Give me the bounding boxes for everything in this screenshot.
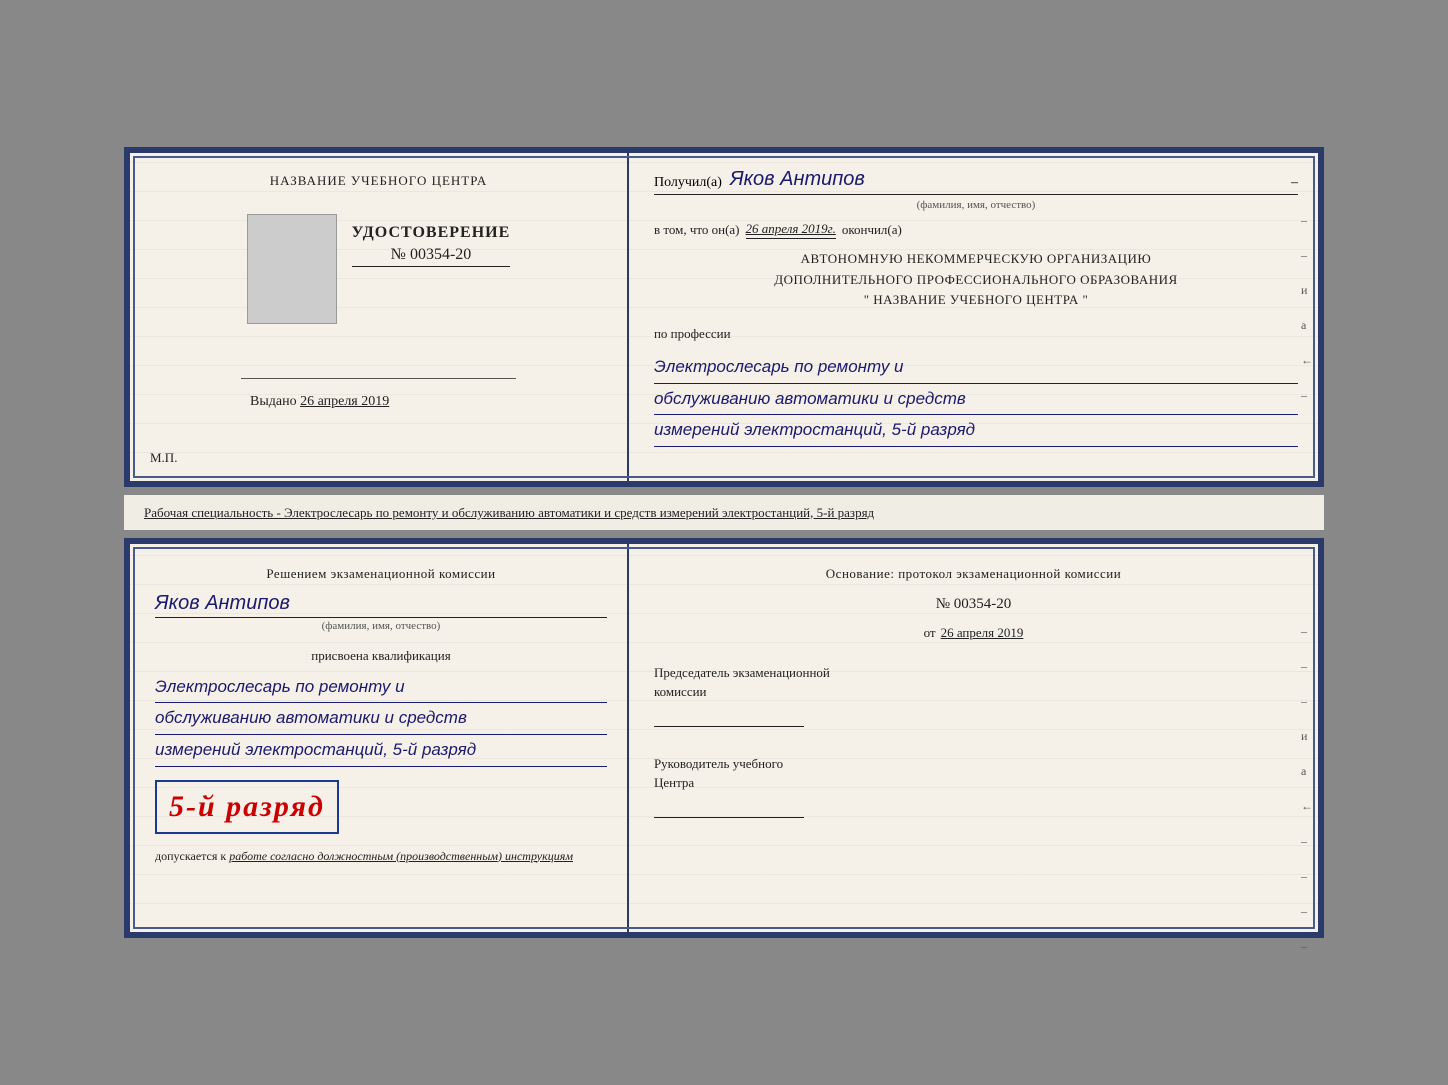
osnovanie-label: Основание: протокол экзаменационной коми… xyxy=(654,564,1293,584)
org-line2: ДОПОЛНИТЕЛЬНОГО ПРОФЕССИОНАЛЬНОГО ОБРАЗО… xyxy=(654,270,1298,291)
org-center-name: " НАЗВАНИЕ УЧЕБНОГО ЦЕНТРА " xyxy=(654,290,1298,311)
profession-line3-top: измерений электростанций, 5-й разряд xyxy=(654,415,1298,447)
mp-block: М.П. xyxy=(150,450,177,466)
fio-subtitle-top: (фамилия, имя, отчество) xyxy=(654,199,1298,211)
predsedatel-signature xyxy=(654,707,804,727)
vydano-label: Выдано xyxy=(250,394,297,409)
bottom-certificate: Решением экзаменационной комиссии Яков А… xyxy=(124,538,1324,938)
qual-line3: измерений электростанций, 5-й разряд xyxy=(155,735,607,767)
received-section: Получил(а) Яков Антипов – (фамилия, имя,… xyxy=(654,168,1298,211)
bottom-cert-left-panel: Решением экзаменационной комиссии Яков А… xyxy=(130,544,629,932)
org-name-top: НАЗВАНИЕ УЧЕБНОГО ЦЕНТРА xyxy=(270,173,487,189)
qual-line1: Электрослесарь по ремонту и xyxy=(155,672,607,704)
poluchil-label: Получил(а) xyxy=(654,175,722,191)
po-professii-label: по профессии xyxy=(654,326,1298,342)
side-marks-bottom: – – – и а ← – – – – xyxy=(1301,624,1313,954)
razryad-box: 5-й разряд xyxy=(155,780,339,834)
ot-date-section: от 26 апреля 2019 xyxy=(654,625,1293,641)
vtom-line: в том, что он(а) 26 апреля 2019г. окончи… xyxy=(654,221,1298,239)
dopuskaetsya-label: допускается к xyxy=(155,849,226,863)
rukovoditel-section: Руководитель учебного Центра xyxy=(654,754,1293,818)
rukovoditel-signature xyxy=(654,798,804,818)
photo-placeholder xyxy=(247,214,337,324)
ot-label: от xyxy=(924,625,936,641)
org-line1: АВТОНОМНУЮ НЕКОММЕРЧЕСКУЮ ОРГАНИЗАЦИЮ xyxy=(654,249,1298,270)
page-wrapper: НАЗВАНИЕ УЧЕБНОГО ЦЕНТРА УДОСТОВЕРЕНИЕ №… xyxy=(124,147,1324,939)
qual-line2: обслуживанию автоматики и средств xyxy=(155,703,607,735)
top-certificate: НАЗВАНИЕ УЧЕБНОГО ЦЕНТРА УДОСТОВЕРЕНИЕ №… xyxy=(124,147,1324,487)
vydano-block: Выдано 26 апреля 2019 xyxy=(250,394,389,410)
udostoverenie-title: УДОСТОВЕРЕНИЕ xyxy=(352,224,511,242)
rukovoditel-line2: Центра xyxy=(654,773,1293,793)
udostoverenie-block: УДОСТОВЕРЕНИЕ № 00354-20 xyxy=(352,224,511,267)
profession-line1-top: Электрослесарь по ремонту и xyxy=(654,352,1298,384)
rukovoditel-line1: Руководитель учебного xyxy=(654,754,1293,774)
protocol-number-bottom: № 00354-20 xyxy=(654,596,1293,613)
bottom-cert-right-panel: Основание: протокол экзаменационной коми… xyxy=(629,544,1318,932)
qualification-bottom: Электрослесарь по ремонту и обслуживанию… xyxy=(155,672,607,767)
vydano-date: 26 апреля 2019 xyxy=(300,394,389,409)
prisvoena-label: присвоена квалификация xyxy=(155,648,607,664)
predsedatel-section: Председатель экзаменационной комиссии xyxy=(654,663,1293,727)
top-cert-right-panel: Получил(а) Яков Антипов – (фамилия, имя,… xyxy=(629,153,1318,481)
profession-line2-top: обслуживанию автоматики и средств xyxy=(654,384,1298,416)
dopuskaetsya-section: допускается к работе согласно должностны… xyxy=(155,847,607,865)
vtom-date: 26 апреля 2019г. xyxy=(746,221,836,239)
resheniem-label: Решением экзаменационной комиссии xyxy=(155,564,607,584)
ot-date: 26 апреля 2019 xyxy=(941,625,1024,641)
komissia-name-section: Яков Антипов (фамилия, имя, отчество) xyxy=(155,592,607,632)
vtom-label: в том, что он(а) xyxy=(654,222,740,238)
recipient-name-top: Яков Антипов xyxy=(730,168,865,191)
middle-text: Рабочая специальность - Электрослесарь п… xyxy=(124,495,1324,531)
dopuskaetsya-text: работе согласно должностным (производств… xyxy=(229,849,573,863)
predsedatel-line1: Председатель экзаменационной xyxy=(654,663,1293,683)
org-block: АВТОНОМНУЮ НЕКОММЕРЧЕСКУЮ ОРГАНИЗАЦИЮ ДО… xyxy=(654,249,1298,311)
udostoverenie-number: № 00354-20 xyxy=(352,246,511,267)
dash-top: – xyxy=(1291,175,1298,191)
predsedatel-line2: комиссии xyxy=(654,682,1293,702)
razryad-text: 5-й разряд xyxy=(169,790,325,824)
side-marks-top: – – и а ← – xyxy=(1301,213,1313,403)
top-cert-left-panel: НАЗВАНИЕ УЧЕБНОГО ЦЕНТРА УДОСТОВЕРЕНИЕ №… xyxy=(130,153,629,481)
okonchil-label: окончил(а) xyxy=(842,222,902,238)
profession-top: Электрослесарь по ремонту и обслуживанию… xyxy=(654,352,1298,447)
komissia-recipient-name: Яков Антипов xyxy=(155,592,607,618)
fio-subtitle-bottom: (фамилия, имя, отчество) xyxy=(155,620,607,632)
